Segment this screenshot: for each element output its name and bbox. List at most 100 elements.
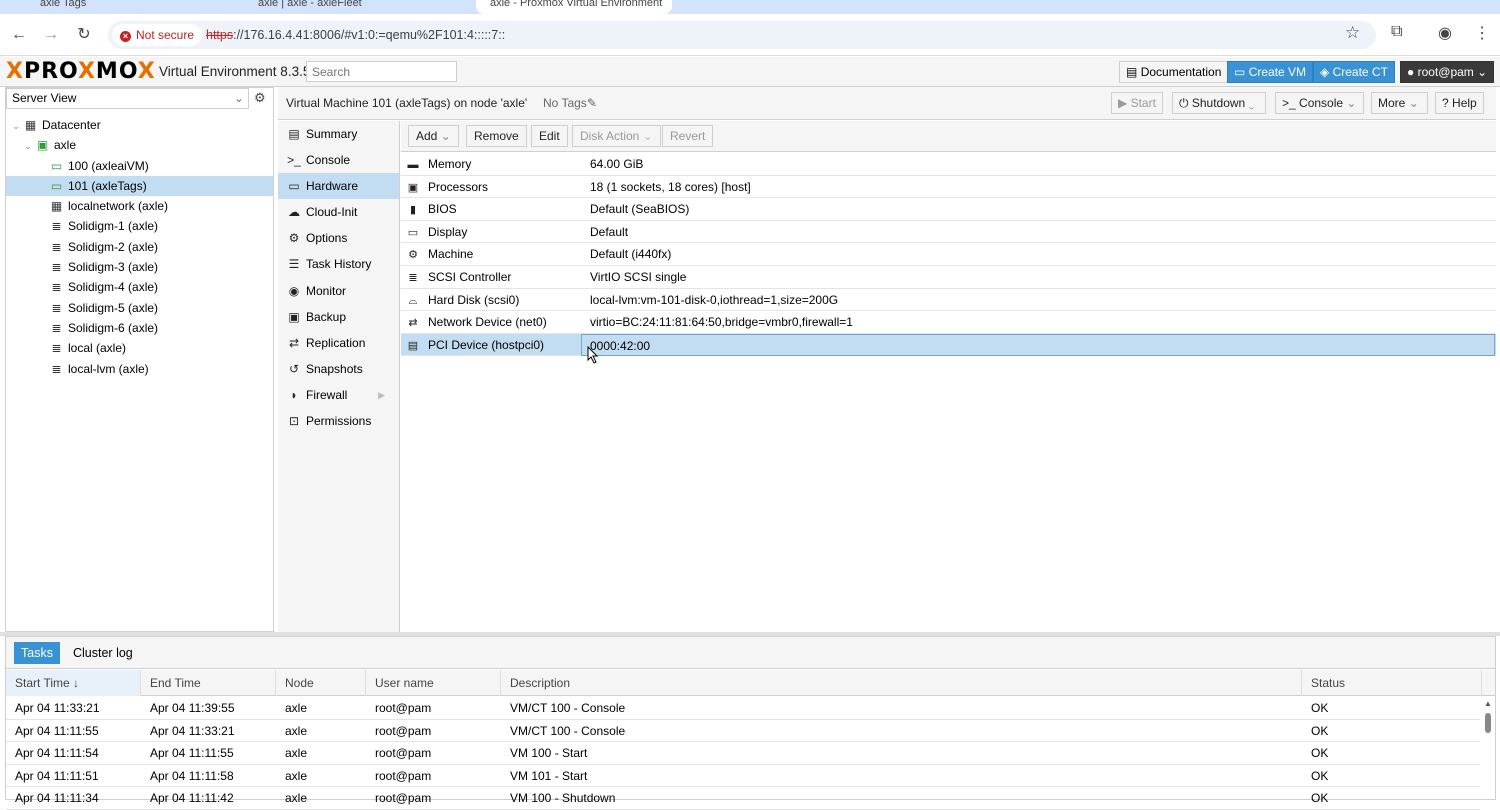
user-icon: ● — [1407, 65, 1415, 79]
extensions-icon[interactable]: ⧉ — [1391, 23, 1402, 41]
forward-icon[interactable]: → — [42, 26, 60, 44]
tree-item-storage[interactable]: ≣ Solidigm-6 (axle) — [6, 318, 273, 338]
pencil-icon[interactable]: ✎ — [587, 96, 597, 110]
tree-item-storage[interactable]: ≣ local (axle) — [6, 338, 273, 358]
add-button[interactable]: Add ⌄ — [408, 125, 459, 147]
url-text[interactable]: https://176.16.4.41:8006/#v1:0:=qemu%2F1… — [206, 21, 505, 49]
tree-item-storage[interactable]: ≣ Solidigm-4 (axle) — [6, 277, 273, 297]
scrollbar-thumb[interactable] — [1485, 713, 1491, 733]
subnav-label: Hardware — [306, 179, 359, 194]
start-button[interactable]: ▶ Start — [1111, 92, 1163, 114]
more-button[interactable]: More ⌄ — [1371, 92, 1428, 114]
disk-action-button[interactable]: Disk Action ⌄ — [572, 125, 661, 147]
browser-tab[interactable]: axle | axle - axleFleet — [258, 0, 468, 14]
hardware-row-network-device[interactable]: ⇄ Network Device (net0) virtio=BC:24:11:81… — [401, 311, 1496, 334]
create-ct-button[interactable]: ◈ Create CT — [1313, 61, 1395, 83]
tree-item-network[interactable]: ▦ localnetwork (axle) — [6, 196, 273, 216]
scroll-up-icon[interactable]: ▲ — [1483, 699, 1493, 708]
subnav-console[interactable]: >_ Console — [278, 147, 399, 173]
revert-button[interactable]: Revert — [662, 125, 714, 147]
hardware-row-display[interactable]: ▭ Display Default — [401, 221, 1496, 244]
cell-description: VM 101 - Start — [510, 768, 588, 783]
hardware-row-processors[interactable]: ▣ Processors 18 (1 sockets, 18 cores) [hos… — [401, 176, 1496, 199]
column-user-name[interactable]: User name — [366, 670, 501, 696]
tree-item-storage[interactable]: ≣ Solidigm-5 (axle) — [6, 298, 273, 318]
remove-button[interactable]: Remove — [466, 125, 527, 147]
user-menu-button[interactable]: ● root@pam ⌄ — [1400, 61, 1494, 83]
cell-user: root@pam — [375, 701, 432, 715]
console-button[interactable]: >_ Console ⌄ — [1275, 92, 1364, 114]
browser-tab[interactable]: axle Tags — [40, 0, 240, 14]
table-row[interactable]: Apr 04 11:11:55 Apr 04 11:33:21 axle root@p… — [6, 720, 1480, 742]
vm-running-icon: ▭ — [50, 178, 63, 193]
hardware-row-machine[interactable]: ⚙ Machine Default (i440fx) — [401, 243, 1496, 266]
edit-button[interactable]: Edit — [531, 125, 568, 147]
back-icon[interactable]: ← — [10, 26, 28, 44]
gear-icon[interactable]: ⚙ — [254, 90, 266, 106]
storage-icon: ≣ — [51, 260, 62, 275]
subnav-hardware[interactable]: ▭ Hardware — [278, 173, 399, 200]
create-vm-label: Create VM — [1248, 65, 1307, 79]
vm-subnav: ▤ Summary >_ Console ▭ Hardware ☁ Cloud-Init… — [278, 121, 400, 632]
collapse-icon[interactable]: ⌄ — [22, 136, 34, 156]
create-vm-button[interactable]: ▭ Create VM — [1227, 61, 1314, 83]
column-description[interactable]: Description — [501, 670, 1302, 696]
address-bar[interactable]: × Not secure https://176.16.4.41:8006/#v1… — [108, 21, 1376, 49]
subnav-options[interactable]: ⚙ Options — [278, 225, 399, 251]
server-view-select[interactable]: Server View ⌄ — [6, 88, 249, 109]
profile-icon[interactable]: ◉ — [1438, 23, 1452, 43]
column-end-time[interactable]: End Time — [141, 670, 276, 696]
hardware-row-scsi-controller[interactable]: ≣ SCSI Controller VirtIO SCSI single — [401, 266, 1496, 289]
tree-item-storage[interactable]: ≣ Solidigm-2 (axle) — [6, 237, 273, 257]
hardware-row-hard-disk[interactable]: ⌓ Hard Disk (scsi0) local-lvm:vm-101-disk-… — [401, 289, 1496, 312]
tree-item-node[interactable]: ⌄ ▣ axle — [6, 135, 273, 155]
collapse-icon[interactable]: ⌄ — [10, 116, 22, 136]
tree-item-vm[interactable]: ▭ 101 (axleTags) — [6, 175, 273, 197]
table-row[interactable]: Apr 04 11:11:34 Apr 04 11:11:42 axle root@p… — [6, 787, 1480, 810]
subnav-replication[interactable]: ⇄ Replication — [278, 330, 399, 356]
security-chip[interactable]: × Not secure — [112, 24, 202, 46]
subnav-permissions[interactable]: ⊡ Permissions — [278, 408, 399, 434]
shutdown-button[interactable]: ⏻ Shutdown ⌄ — [1172, 92, 1266, 114]
subnav-firewall[interactable]: ◗ Firewall ▶ — [278, 382, 399, 408]
hardware-row-bios[interactable]: ▮ BIOS Default (SeaBIOS) — [401, 198, 1496, 221]
tree-item-storage[interactable]: ≣ Solidigm-3 (axle) — [6, 257, 273, 277]
cell-description: VM 100 - Shutdown — [510, 791, 616, 805]
column-node[interactable]: Node — [276, 670, 366, 696]
column-status[interactable]: Status — [1302, 670, 1482, 696]
url-rest: ://176.16.4.41:8006/#v1:0:=qemu%2F101:4:… — [233, 28, 506, 42]
subnav-backup[interactable]: ▣ Backup — [278, 304, 399, 330]
search-input[interactable] — [306, 61, 457, 82]
subnav-summary[interactable]: ▤ Summary — [278, 121, 399, 147]
cell-node: axle — [285, 768, 308, 783]
hardware-value: virtio=BC:24:11:81:64:50,bridge=vmbr0,fi… — [590, 315, 853, 330]
cogs-icon: ⚙ — [408, 249, 418, 262]
tree-item-datacenter[interactable]: ⌄ ▦ Datacenter — [6, 115, 273, 135]
play-icon: ▶ — [1118, 96, 1128, 110]
subnav-snapshots[interactable]: ↺ Snapshots — [278, 356, 399, 382]
tab-tasks[interactable]: Tasks — [14, 642, 60, 664]
tree-item-storage[interactable]: ≣ Solidigm-1 (axle) — [6, 216, 273, 236]
task-scrollbar[interactable]: ▲ — [1483, 699, 1493, 799]
tags-editor[interactable]: No Tags✎ — [543, 96, 597, 110]
documentation-button[interactable]: ▤ Documentation — [1119, 61, 1229, 83]
menu-kebab-icon[interactable]: ⋮ — [1474, 23, 1490, 43]
subnav-monitor[interactable]: ◉ Monitor — [278, 278, 399, 304]
column-start-time[interactable]: Start Time ↓ — [6, 670, 141, 696]
table-row[interactable]: Apr 04 11:33:21 Apr 04 11:39:55 axle root@p… — [6, 697, 1480, 720]
hardware-row-memory[interactable]: ▬ Memory 64.00 GiB — [401, 153, 1496, 176]
tree-item-vm[interactable]: ▭ 100 (axleaiVM) — [6, 156, 273, 176]
subnav-cloud-init[interactable]: ☁ Cloud-Init — [278, 199, 399, 225]
cell-user: root@pam — [375, 723, 432, 738]
subnav-task-history[interactable]: ☰ Task History — [278, 251, 399, 277]
reload-icon[interactable]: ↻ — [75, 26, 93, 44]
hardware-row-pci-device[interactable]: ▤ PCI Device (hostpci0) 0000:42:00 — [401, 333, 1496, 357]
browser-tab-active[interactable]: axle - Proxmox Virtual Environment — [476, 0, 672, 14]
table-row[interactable]: Apr 04 11:11:54 Apr 04 11:11:55 axle root@p… — [6, 742, 1480, 765]
help-button[interactable]: ? Help — [1435, 92, 1484, 114]
tree-item-storage[interactable]: ≣ local-lvm (axle) — [6, 359, 273, 379]
table-row[interactable]: Apr 04 11:11:51 Apr 04 11:11:58 axle root@p… — [6, 765, 1480, 787]
tree-item-label: localnetwork (axle) — [68, 199, 169, 214]
bookmark-star-icon[interactable]: ☆ — [1345, 23, 1360, 43]
tab-cluster-log[interactable]: Cluster log — [66, 642, 140, 664]
